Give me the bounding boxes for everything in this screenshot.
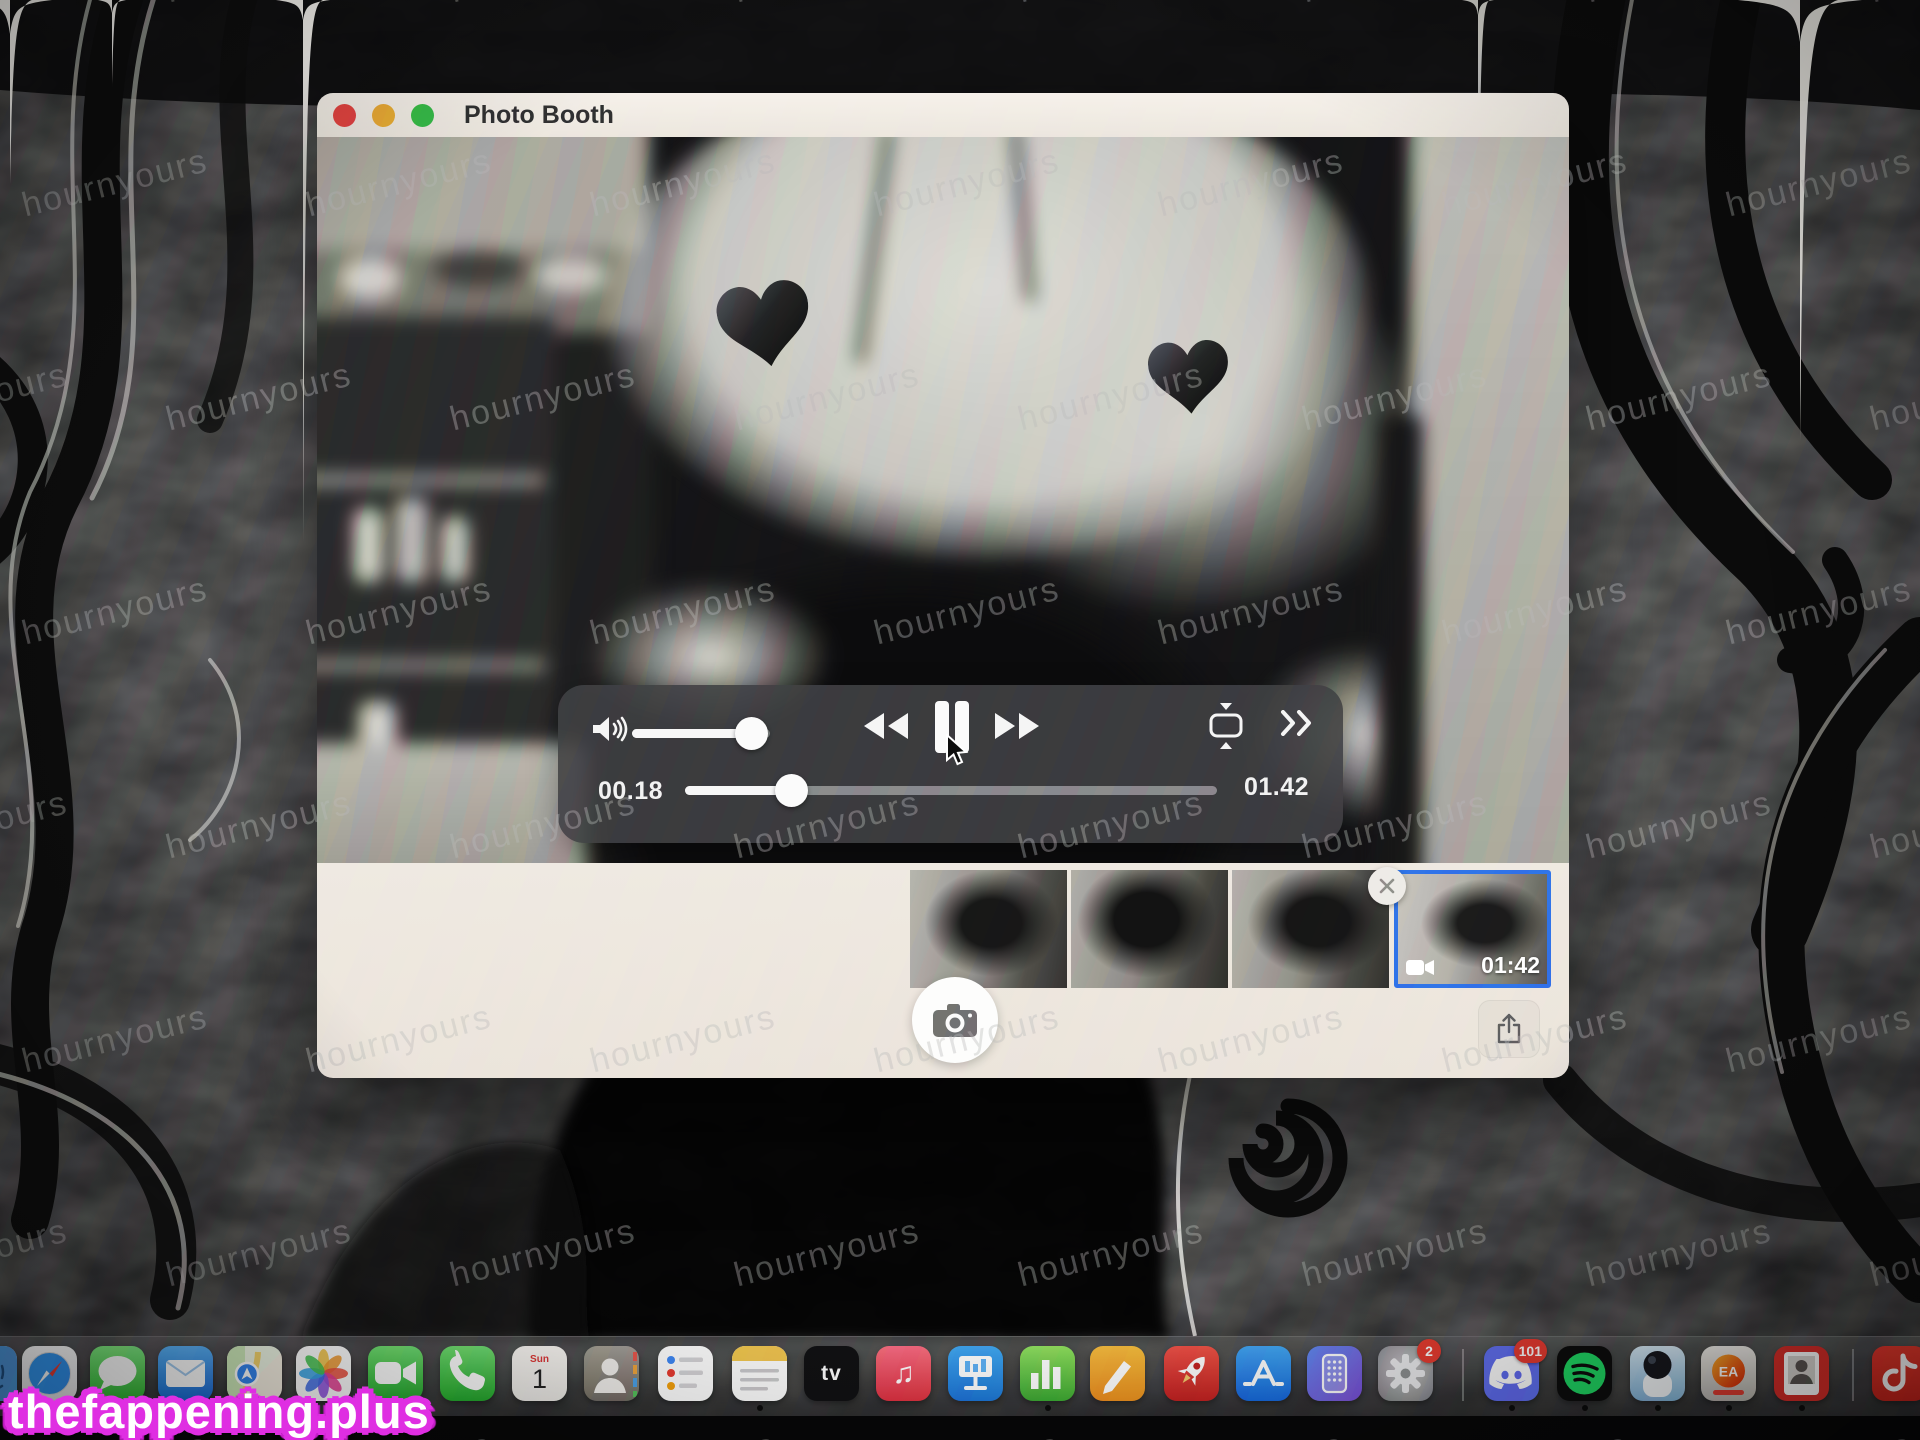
dock-icon-phone[interactable]	[440, 1346, 495, 1401]
dock-icon-finder[interactable]	[0, 1346, 17, 1401]
skip-chevrons-button[interactable]	[1280, 710, 1314, 736]
running-app-indicator	[1726, 1405, 1732, 1411]
screen: { "window": { "title": "Photo Booth", "t…	[0, 0, 1920, 1440]
dock: Sun1 tv ♫ 2 101 EA	[0, 1336, 1920, 1416]
share-icon	[1496, 1013, 1522, 1045]
dock-icon-calendar[interactable]: Sun1	[512, 1346, 567, 1401]
progress-knob[interactable]	[775, 774, 808, 807]
running-app-indicator	[1045, 1405, 1051, 1411]
running-app-indicator	[757, 1405, 763, 1411]
total-time: 01.42	[1244, 773, 1309, 802]
running-app-indicator	[1799, 1405, 1805, 1411]
desk-shadow	[0, 1416, 1920, 1440]
dock-icon-music[interactable]: ♫	[876, 1346, 931, 1401]
calendar-day: 1	[532, 1366, 547, 1393]
dock-icon-notes[interactable]	[732, 1346, 787, 1401]
dock-icon-app-store[interactable]	[1236, 1346, 1291, 1401]
dock-icon-hand-mirror[interactable]	[1630, 1346, 1685, 1401]
running-app-indicator	[1509, 1405, 1515, 1411]
volume-icon	[591, 715, 631, 743]
window-title: Photo Booth	[464, 101, 614, 130]
window-titlebar[interactable]: Photo Booth	[317, 93, 1569, 137]
share-button[interactable]	[1478, 1000, 1540, 1058]
take-photo-button[interactable]	[912, 977, 998, 1063]
dock-divider	[1852, 1349, 1854, 1401]
dock-icon-discord[interactable]: 101	[1484, 1346, 1539, 1401]
dock-icon-iphone-mirroring[interactable]	[1307, 1346, 1362, 1401]
running-app-indicator	[1582, 1405, 1588, 1411]
minimize-button[interactable]	[372, 104, 395, 127]
filmstrip-thumbnail[interactable]	[1071, 870, 1228, 988]
dock-icon-contacts[interactable]	[584, 1346, 639, 1401]
volume-slider-knob[interactable]	[735, 717, 768, 750]
dock-icon-facetime[interactable]	[368, 1346, 423, 1401]
dock-icon-mail[interactable]	[158, 1346, 213, 1401]
filmstrip-thumbnail[interactable]	[1232, 870, 1389, 988]
close-button[interactable]	[333, 104, 356, 127]
dock-icon-pages[interactable]	[1090, 1346, 1145, 1401]
fit-to-window-button[interactable]	[1206, 701, 1246, 751]
filmstrip-thumbnail[interactable]	[910, 870, 1067, 988]
notification-badge: 101	[1514, 1339, 1547, 1363]
dock-icon-keynote[interactable]	[948, 1346, 1003, 1401]
zoom-button[interactable]	[411, 104, 434, 127]
dock-icon-settings[interactable]: 2	[1378, 1346, 1433, 1401]
dock-icon-photo-frame[interactable]	[1774, 1346, 1829, 1401]
fast-forward-button[interactable]	[994, 712, 1040, 740]
dock-icon-apple-tv[interactable]: tv	[804, 1346, 859, 1401]
dock-icon-numbers[interactable]	[1020, 1346, 1075, 1401]
delete-thumbnail-button[interactable]	[1368, 867, 1406, 905]
video-duration-label: 01:42	[1481, 952, 1540, 979]
window-bottom-bar: 01:42	[317, 863, 1569, 1078]
calendar-weekday: Sun	[530, 1355, 549, 1365]
filmstrip-thumbnail-video-selected[interactable]: 01:42	[1394, 870, 1551, 988]
volume-slider-fill	[632, 729, 751, 738]
elapsed-time: 00.18	[598, 777, 663, 806]
notification-badge: 2	[1417, 1339, 1441, 1363]
dock-icon-rocket[interactable]	[1164, 1346, 1219, 1401]
dock-icon-spotify[interactable]	[1557, 1346, 1612, 1401]
apple-tv-logo-text: tv	[821, 1362, 842, 1386]
dock-divider	[1462, 1349, 1464, 1401]
dock-icon-safari[interactable]	[22, 1346, 77, 1401]
dock-icon-ea[interactable]: EA	[1701, 1346, 1756, 1401]
dock-icon-photos[interactable]	[296, 1346, 351, 1401]
camera-icon	[932, 1002, 978, 1038]
music-note-icon: ♫	[892, 1357, 915, 1391]
dock-icon-reminders[interactable]	[658, 1346, 713, 1401]
running-app-indicator	[1655, 1405, 1661, 1411]
mouse-cursor	[945, 734, 971, 768]
dock-icon-tiktok[interactable]	[1872, 1346, 1920, 1401]
photo-booth-window: Photo Booth	[317, 93, 1569, 1078]
svg-text:EA: EA	[1719, 1364, 1738, 1380]
video-camera-icon	[1406, 960, 1434, 975]
dock-icon-messages[interactable]	[90, 1346, 145, 1401]
dock-icon-maps[interactable]	[227, 1346, 282, 1401]
close-x-icon	[1379, 878, 1395, 894]
rewind-button[interactable]	[863, 712, 909, 740]
